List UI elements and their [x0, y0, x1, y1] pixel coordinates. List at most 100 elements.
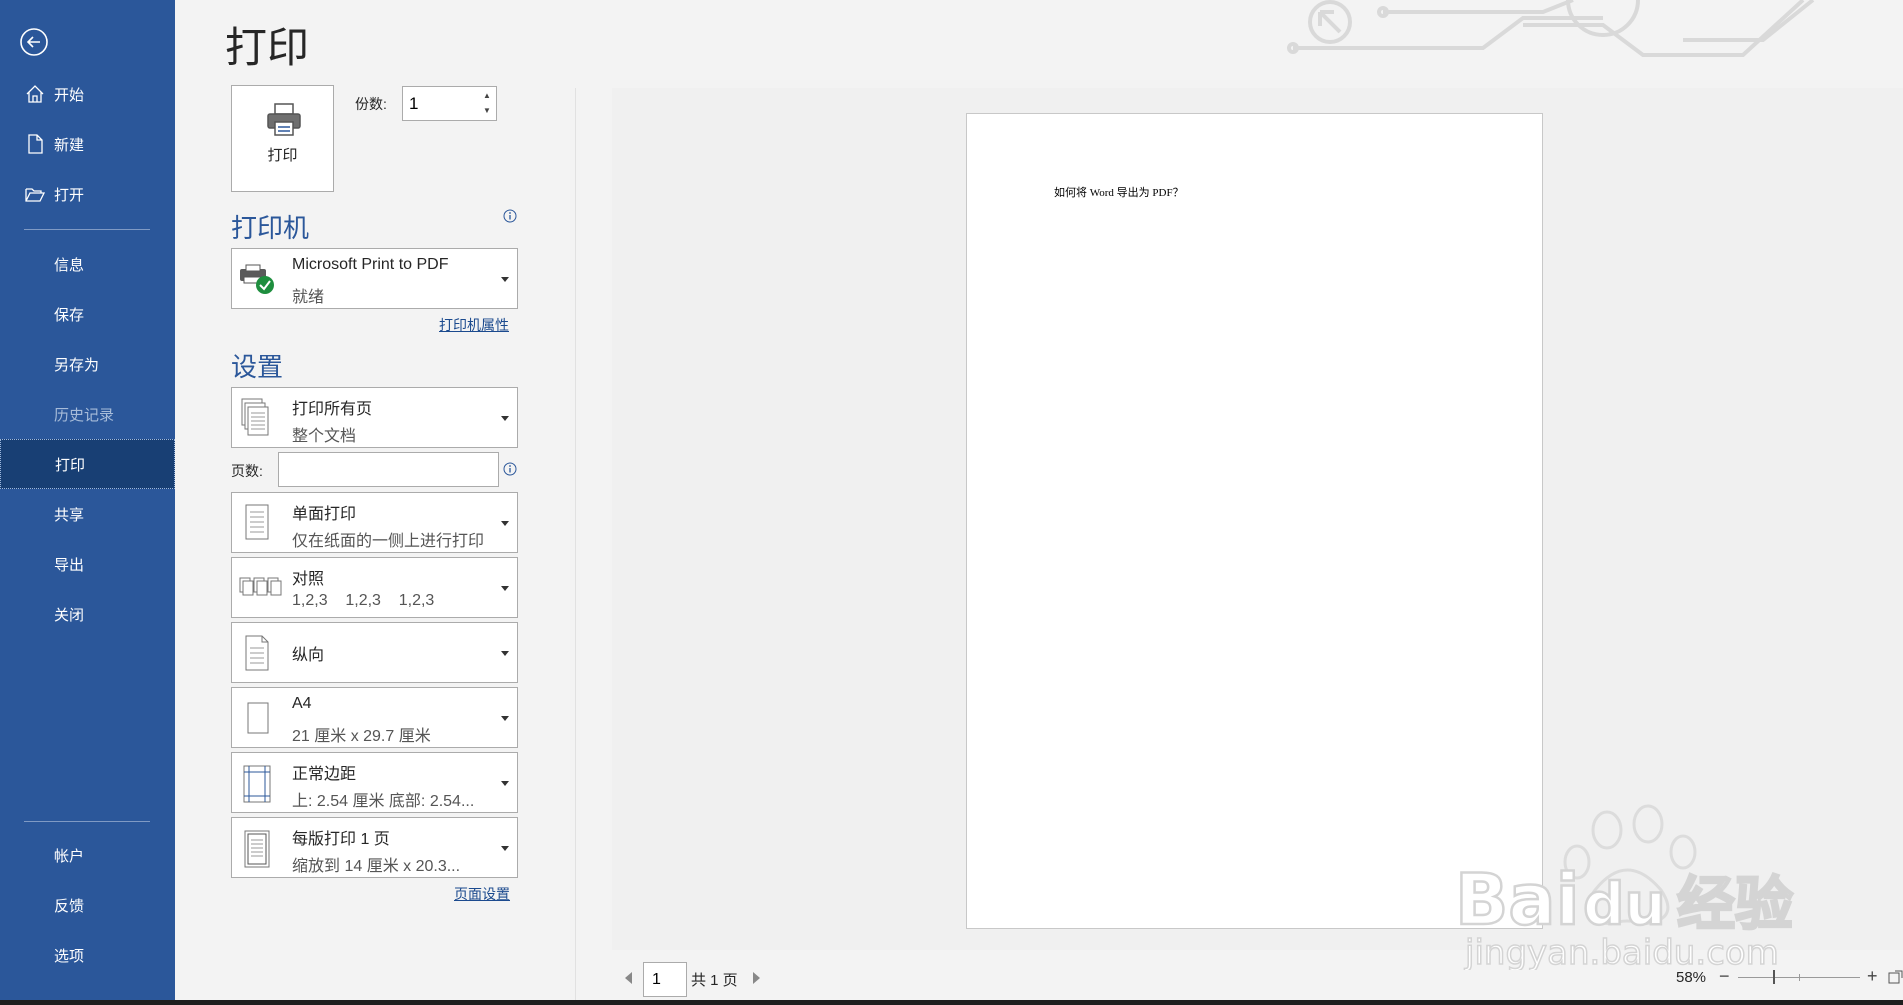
margins-value: 正常边距 — [292, 766, 357, 783]
collate-dropdown[interactable]: 对照 1,2,3 1,2,3 1,2,3 — [231, 557, 518, 618]
sidebar-item-account[interactable]: 帐户 — [0, 830, 175, 880]
fit-to-window-icon[interactable] — [1888, 970, 1903, 984]
sidebar-item-print[interactable]: 打印 — [0, 439, 175, 489]
copies-decrement[interactable]: ▼ — [482, 105, 492, 117]
sidebar-item-label: 保存 — [54, 306, 85, 324]
sidebar-separator — [24, 821, 150, 822]
backstage-sidebar: 开始 新建 打开 信息 保存 另存为 历史记录 打印 共享 导出 关闭 帐户 反… — [0, 0, 175, 1000]
sidebar-item-info[interactable]: 信息 — [0, 239, 175, 289]
sidebar-item-label: 新建 — [54, 136, 85, 154]
panel-divider — [575, 88, 576, 1000]
print-range-dropdown[interactable]: 打印所有页 整个文档 — [231, 387, 518, 448]
total-pages: 共 1 页 — [691, 972, 738, 989]
printer-name: Microsoft Print to PDF — [292, 256, 449, 273]
next-page-icon[interactable] — [753, 972, 760, 984]
sides-value: 单面打印 — [292, 506, 357, 523]
sidebar-item-label: 信息 — [54, 256, 85, 274]
chevron-down-icon — [501, 415, 509, 421]
sidebar-item-options[interactable]: 选项 — [0, 930, 175, 980]
sides-dropdown[interactable]: 单面打印 仅在纸面的一侧上进行打印 — [231, 492, 518, 553]
zoom-in-icon[interactable]: + — [1867, 967, 1878, 985]
margins-dropdown[interactable]: 正常边距 上: 2.54 厘米 底部: 2.54... — [231, 752, 518, 813]
bottom-strip — [0, 1000, 1903, 1005]
copies-increment[interactable]: ▲ — [482, 90, 492, 102]
previous-page-icon[interactable] — [625, 972, 632, 984]
zoom-slider-midpoint — [1799, 974, 1800, 981]
pages-label: 页数: — [231, 463, 263, 479]
sidebar-item-label: 导出 — [54, 556, 85, 574]
collate-icon — [239, 577, 282, 596]
sidebar-item-new[interactable]: 新建 — [0, 119, 175, 169]
print-button-label: 打印 — [267, 147, 298, 164]
copies-input[interactable] — [409, 93, 475, 115]
sidebar-item-history: 历史记录 — [0, 389, 175, 439]
printer-icon — [267, 103, 301, 136]
circuit-decoration — [1287, 0, 1815, 57]
page-title: 打印 — [225, 24, 310, 71]
print-button[interactable]: 打印 — [231, 85, 334, 192]
sidebar-item-save-as[interactable]: 另存为 — [0, 339, 175, 389]
settings-section-title: 设置 — [231, 352, 284, 382]
pages-per-sheet-description: 缩放到 14 厘米 x 20.3... — [292, 858, 461, 875]
chevron-down-icon — [501, 520, 509, 526]
current-page-input[interactable] — [643, 962, 687, 997]
sidebar-item-label: 另存为 — [54, 356, 100, 374]
printer-status: 就绪 — [292, 289, 325, 306]
sidebar-item-export[interactable]: 导出 — [0, 539, 175, 589]
pages-input[interactable] — [278, 452, 499, 487]
multiple-pages-icon — [241, 398, 269, 436]
preview-document-text: 如何将 Word 导出为 PDF？ — [1054, 187, 1184, 199]
copies-stepper[interactable]: ▲ ▼ — [402, 86, 497, 121]
zoom-out-icon[interactable]: − — [1719, 967, 1730, 985]
paper-size-dropdown[interactable]: A4 21 厘米 x 29.7 厘米 — [231, 687, 518, 748]
sidebar-item-label: 打开 — [54, 186, 85, 204]
info-icon[interactable] — [503, 462, 517, 476]
sidebar-separator — [24, 229, 150, 230]
sidebar-item-label: 历史记录 — [54, 406, 115, 424]
chevron-down-icon — [501, 845, 509, 851]
printer-properties-link[interactable]: 打印机属性 — [439, 315, 509, 335]
collate-description: 1,2,3 1,2,3 1,2,3 — [292, 592, 435, 609]
printer-ready-icon — [240, 264, 274, 294]
sidebar-item-label: 打印 — [55, 456, 86, 474]
back-arrow-icon — [20, 28, 48, 56]
preview-page: 如何将 Word 导出为 PDF？ — [966, 113, 1543, 929]
print-range-description: 整个文档 — [292, 428, 357, 445]
paper-size-icon — [247, 702, 269, 734]
sidebar-item-label: 反馈 — [54, 897, 85, 915]
back-button[interactable] — [18, 26, 50, 58]
print-range-value: 打印所有页 — [292, 401, 373, 418]
orientation-value: 纵向 — [292, 647, 325, 664]
chevron-down-icon — [501, 585, 509, 591]
margins-icon — [243, 765, 271, 803]
sidebar-item-open[interactable]: 打开 — [0, 169, 175, 219]
sidebar-item-label: 开始 — [54, 86, 85, 104]
sidebar-item-feedback[interactable]: 反馈 — [0, 880, 175, 930]
sidebar-item-save[interactable]: 保存 — [0, 289, 175, 339]
pages-per-sheet-dropdown[interactable]: 每版打印 1 页 缩放到 14 厘米 x 20.3... — [231, 817, 518, 878]
sidebar-item-share[interactable]: 共享 — [0, 489, 175, 539]
printer-section-title: 打印机 — [231, 213, 310, 243]
paper-size-value: A4 — [292, 695, 312, 712]
open-folder-icon — [25, 188, 46, 202]
sidebar-item-label: 关闭 — [54, 606, 85, 624]
pages-per-sheet-icon — [244, 830, 270, 868]
word-backstage-print: 开始 新建 打开 信息 保存 另存为 历史记录 打印 共享 导出 关闭 帐户 反… — [0, 0, 1903, 1005]
sidebar-item-home[interactable]: 开始 — [0, 69, 175, 119]
sidebar-item-label: 共享 — [54, 506, 85, 524]
chevron-down-icon — [501, 715, 509, 721]
zoom-slider-thumb[interactable] — [1773, 970, 1775, 984]
sidebar-item-label: 选项 — [54, 947, 85, 965]
pages-per-sheet-value: 每版打印 1 页 — [292, 831, 390, 848]
copies-label: 份数: — [355, 96, 387, 112]
new-document-icon — [28, 134, 43, 154]
one-sided-page-icon — [245, 504, 269, 540]
portrait-page-icon — [245, 635, 269, 671]
orientation-dropdown[interactable]: 纵向 — [231, 622, 518, 683]
paper-size-description: 21 厘米 x 29.7 厘米 — [292, 728, 431, 745]
printer-dropdown[interactable]: Microsoft Print to PDF 就绪 — [231, 248, 518, 309]
sidebar-item-close[interactable]: 关闭 — [0, 589, 175, 639]
zoom-percentage[interactable]: 58% — [1676, 969, 1706, 986]
page-setup-link[interactable]: 页面设置 — [454, 884, 510, 904]
info-icon[interactable] — [503, 209, 517, 223]
